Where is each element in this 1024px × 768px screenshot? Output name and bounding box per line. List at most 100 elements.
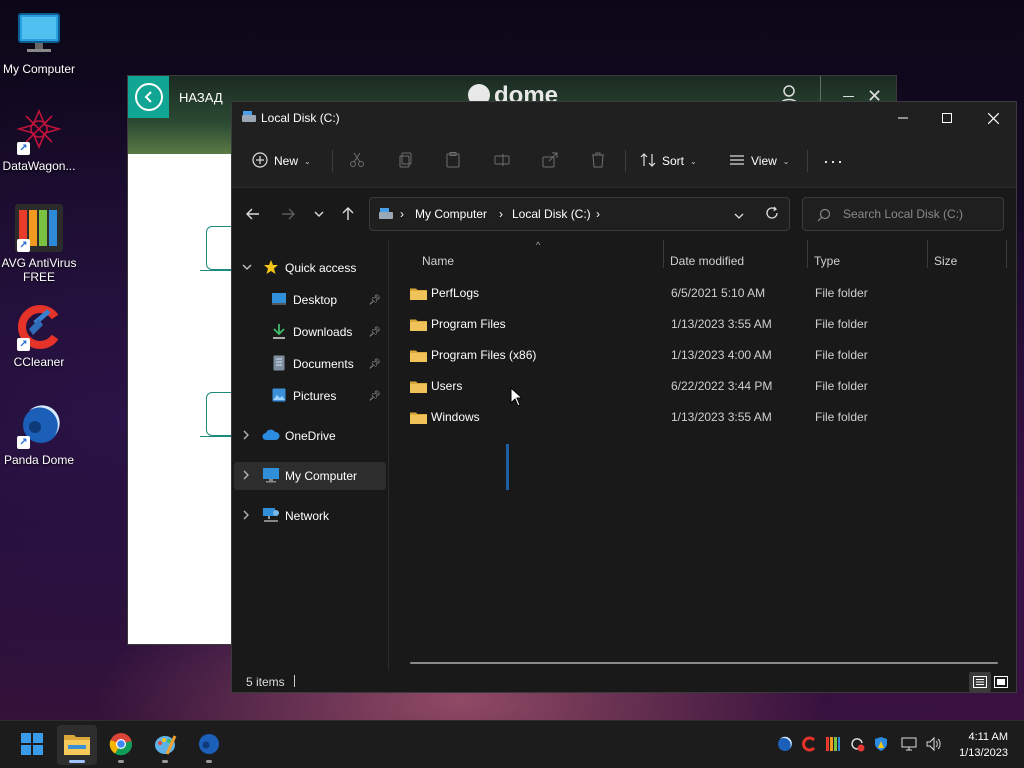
chevron-right-icon[interactable] (242, 510, 250, 522)
divider (294, 675, 295, 687)
breadcrumb-separator[interactable]: › (499, 207, 503, 221)
column-divider[interactable] (1006, 240, 1007, 268)
title-bar[interactable]: Local Disk (C:) (232, 102, 1016, 134)
paste-button[interactable] (445, 149, 461, 173)
file-row[interactable]: Windows 1/13/2023 3:55 AM File folder (406, 402, 1006, 432)
drive-icon (241, 110, 257, 127)
nav-item-onedrive[interactable]: OneDrive (234, 422, 386, 450)
chevron-down-icon[interactable] (734, 209, 744, 223)
taskbar: 4:11 AM 1/13/2023 (0, 720, 1024, 768)
panda-tray-icon[interactable] (776, 735, 794, 753)
pin-icon[interactable]: 📌︎ (368, 391, 381, 402)
scissors-icon (349, 152, 365, 171)
pin-icon[interactable]: 📌︎ (368, 359, 381, 370)
breadcrumb-my-computer[interactable]: My Computer (415, 207, 487, 221)
nav-item-my-computer[interactable]: My Computer (234, 462, 386, 490)
sort-button[interactable]: Sort ⌄ (640, 149, 697, 173)
chevron-right-icon[interactable] (242, 430, 250, 442)
folder-icon (410, 380, 427, 396)
ccleaner-tray-icon[interactable] (800, 735, 818, 753)
minimize-button[interactable] (880, 102, 926, 134)
paint-icon (153, 732, 177, 759)
start-button[interactable] (12, 725, 52, 765)
column-header-size[interactable]: Size (934, 254, 957, 268)
search-placeholder: Search Local Disk (C:) (843, 207, 964, 221)
desktop-icon-panda-dome[interactable]: ↗ Panda Dome (0, 401, 78, 467)
running-indicator (206, 760, 212, 763)
sync-alert-icon[interactable] (848, 735, 866, 753)
nav-item-downloads[interactable]: Downloads 📌︎ (234, 318, 386, 346)
rename-button[interactable] (494, 149, 510, 173)
file-date: 1/13/2023 3:55 AM (671, 317, 772, 331)
details-view-button[interactable] (969, 672, 991, 692)
pin-icon[interactable]: 📌︎ (368, 295, 381, 306)
file-row[interactable]: Users 6/22/2022 3:44 PM File folder (406, 371, 1006, 401)
desktop-icon-label: DataWagon... (2, 159, 76, 173)
desktop-icon (271, 292, 287, 309)
cut-button[interactable] (349, 149, 365, 173)
windows-logo-icon (20, 732, 44, 759)
clipboard-icon (445, 151, 461, 171)
desktop-icon-avg[interactable]: ↗ AVG AntiVirus FREE (0, 204, 78, 284)
delete-button[interactable] (590, 149, 606, 173)
taskbar-panda-dome[interactable] (189, 725, 229, 765)
shortcut-arrow-icon: ↗ (17, 436, 30, 449)
chevron-right-icon[interactable] (242, 470, 250, 482)
new-button[interactable]: New ⌄ (252, 149, 311, 173)
horizontal-scrollbar[interactable] (410, 662, 998, 664)
recent-locations-button[interactable] (308, 205, 330, 223)
view-button[interactable]: View ⌄ (729, 149, 790, 173)
nav-item-network[interactable]: Network (234, 502, 386, 530)
taskbar-paint[interactable] (145, 725, 185, 765)
file-explorer-icon (64, 733, 90, 758)
column-header-type[interactable]: Type (814, 254, 840, 268)
taskbar-file-explorer[interactable] (57, 725, 97, 765)
volume-icon[interactable] (924, 735, 942, 753)
nav-item-desktop[interactable]: Desktop 📌︎ (234, 286, 386, 314)
column-header-name[interactable]: Name (422, 254, 454, 268)
forward-button[interactable] (277, 205, 299, 223)
item-count: 5 items (246, 675, 285, 689)
address-bar[interactable]: › My Computer › Local Disk (C:) › (369, 197, 790, 231)
file-type: File folder (815, 317, 868, 331)
dome-back-button[interactable] (128, 76, 169, 118)
up-button[interactable] (337, 205, 359, 223)
back-button[interactable] (242, 205, 264, 223)
file-row[interactable]: Program Files (x86) 1/13/2023 4:00 AM Fi… (406, 340, 1006, 370)
taskbar-chrome[interactable] (101, 725, 141, 765)
dome-minimize-button[interactable] (843, 96, 854, 97)
network-tray-icon[interactable] (900, 735, 918, 753)
breadcrumb-separator[interactable]: › (400, 207, 404, 221)
nav-item-pictures[interactable]: Pictures 📌︎ (234, 382, 386, 410)
file-row[interactable]: PerfLogs 6/5/2021 5:10 AM File folder (406, 278, 1006, 308)
tiles-view-button[interactable] (990, 672, 1012, 692)
ccleaner-icon: ↗ (15, 303, 63, 351)
more-options-button[interactable]: ··· (823, 149, 844, 173)
system-clock[interactable]: 4:11 AM 1/13/2023 (959, 729, 1008, 761)
column-header-date-modified[interactable]: Date modified (670, 254, 744, 268)
avg-tray-icon[interactable] (824, 735, 842, 753)
nav-item-quick-access[interactable]: Quick access (234, 254, 386, 282)
dome-back-label[interactable]: НАЗАД (179, 90, 223, 105)
desktop-icon-ccleaner[interactable]: ↗ CCleaner (0, 303, 78, 369)
refresh-icon[interactable] (765, 206, 779, 223)
copy-button[interactable] (398, 149, 414, 173)
security-shield-icon[interactable] (872, 735, 890, 753)
close-button[interactable] (970, 102, 1016, 134)
pin-icon[interactable]: 📌︎ (368, 327, 381, 338)
nav-item-documents[interactable]: Documents 📌︎ (234, 350, 386, 378)
divider (625, 150, 626, 172)
column-divider[interactable] (663, 240, 664, 268)
desktop-icon-my-computer[interactable]: My Computer (0, 10, 78, 76)
column-divider[interactable] (927, 240, 928, 268)
chevron-down-icon[interactable] (242, 263, 252, 273)
column-divider[interactable] (807, 240, 808, 268)
search-input[interactable]: Search Local Disk (C:) (802, 197, 1004, 231)
monitor-icon (15, 10, 63, 58)
desktop-icon-datawagon[interactable]: ↗ DataWagon... (0, 107, 78, 173)
breadcrumb-separator[interactable]: › (596, 207, 600, 221)
file-row[interactable]: Program Files 1/13/2023 3:55 AM File fol… (406, 309, 1006, 339)
breadcrumb-local-disk[interactable]: Local Disk (C:) (512, 207, 591, 221)
share-button[interactable] (542, 149, 558, 173)
maximize-button[interactable] (924, 102, 970, 134)
